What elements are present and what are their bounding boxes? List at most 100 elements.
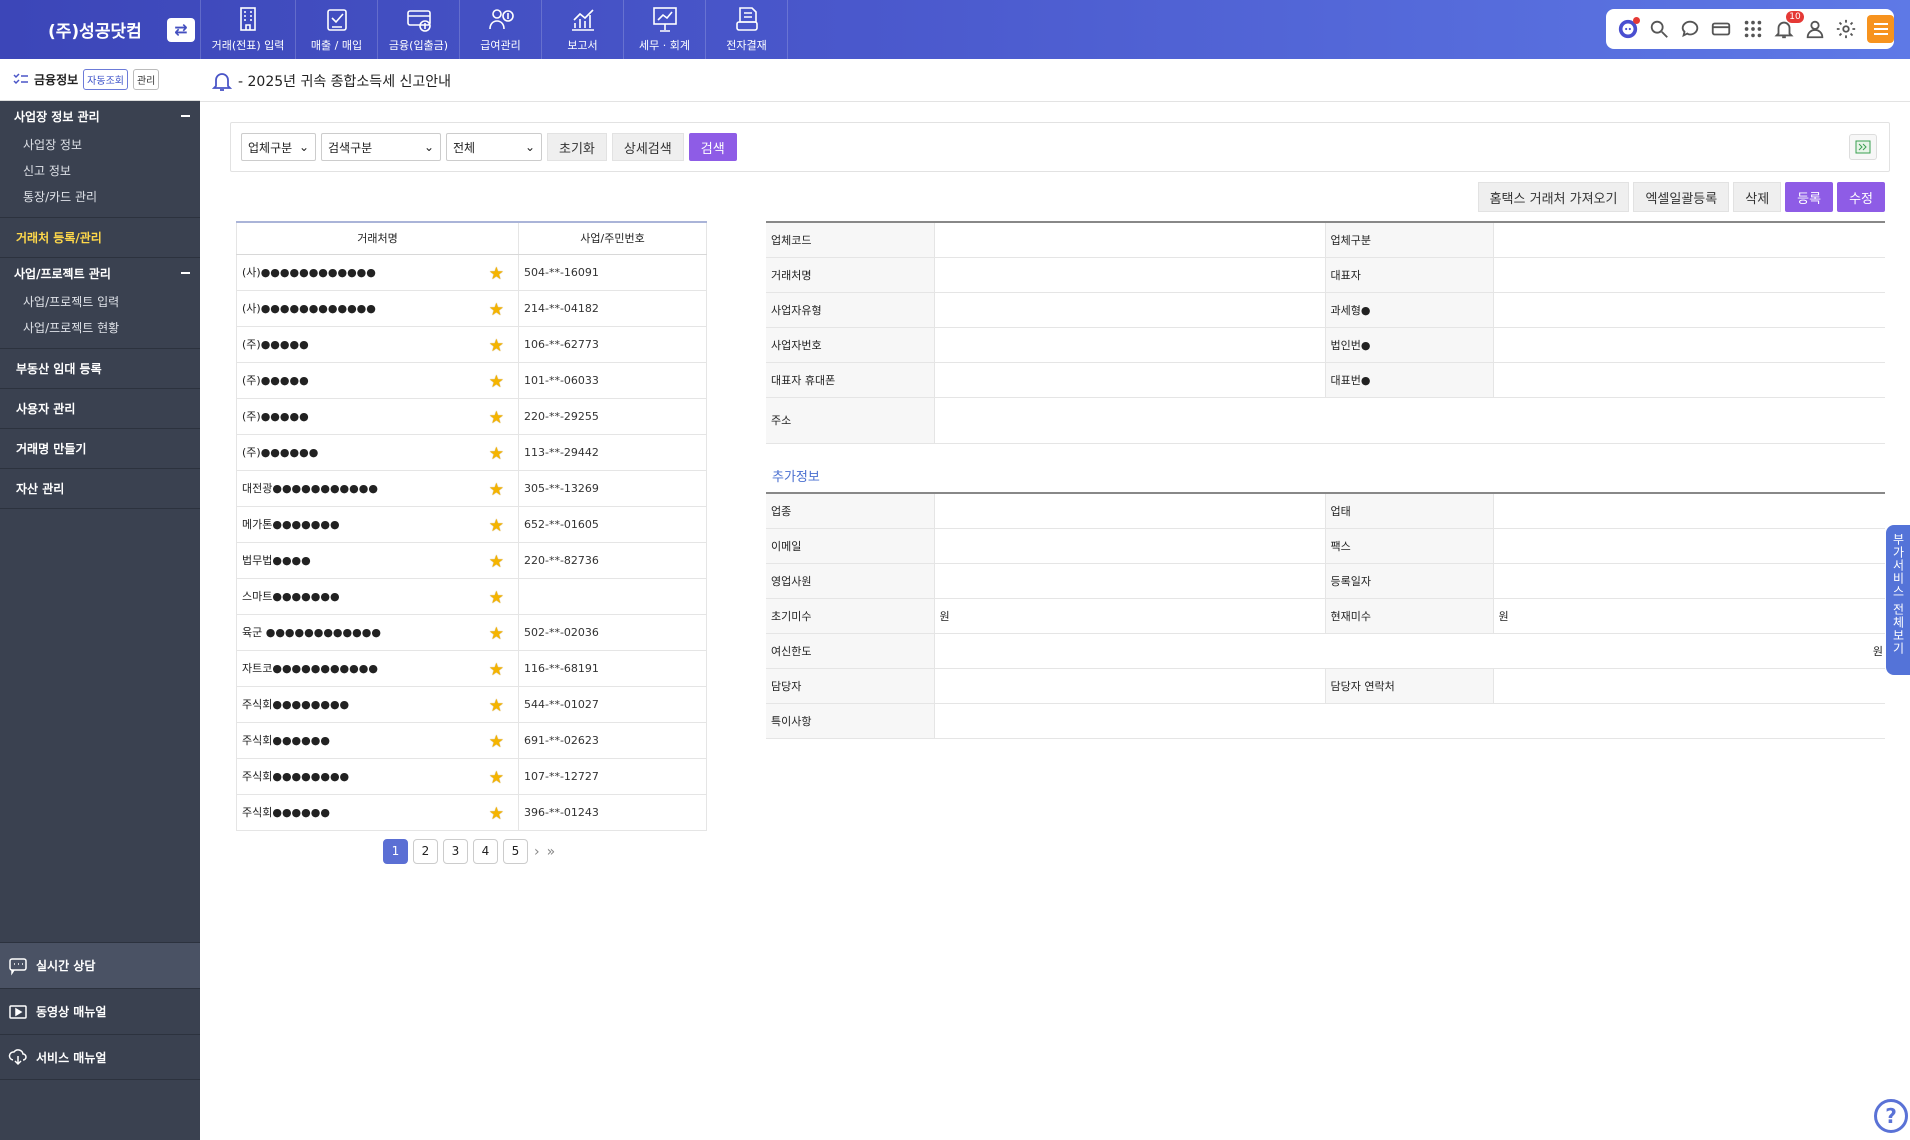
sidebar-item-project-status[interactable]: 사업/프로젝트 현황 bbox=[0, 314, 200, 340]
field-reg-date-input[interactable] bbox=[1493, 563, 1885, 599]
field-remarks-input[interactable] bbox=[934, 703, 1885, 739]
client-name-cell[interactable]: (사)●●●●●●●●●●●● ★ bbox=[236, 254, 519, 291]
favorite-star-icon[interactable]: ★ bbox=[489, 624, 504, 644]
favorite-star-icon[interactable]: ★ bbox=[489, 264, 504, 284]
company-name[interactable]: (주)성공닷컴 bbox=[48, 17, 142, 42]
reset-button[interactable]: 초기화 bbox=[547, 133, 607, 161]
sidebar-item-report-info[interactable]: 신고 정보 bbox=[0, 157, 200, 183]
manage-chip[interactable]: 관리 bbox=[132, 69, 160, 90]
sidebar-item-users[interactable]: 사용자 관리 bbox=[0, 389, 200, 429]
search-button[interactable] bbox=[1647, 17, 1671, 42]
field-curr-unpaid-input[interactable]: 원 bbox=[1493, 598, 1885, 634]
client-name-cell[interactable]: 메가톤●●●●●●● ★ bbox=[236, 506, 519, 543]
favorite-star-icon[interactable]: ★ bbox=[489, 660, 504, 680]
chat-button[interactable] bbox=[1678, 17, 1702, 42]
favorite-star-icon[interactable]: ★ bbox=[489, 444, 504, 464]
nav-report[interactable]: 보고서 bbox=[542, 0, 624, 59]
field-tax-type-input[interactable] bbox=[1493, 292, 1885, 328]
table-row[interactable]: 주식회●●●●●●●● ★ 107-**-12727 bbox=[236, 758, 707, 795]
search-type-select[interactable]: 검색구분 ⌄ bbox=[321, 133, 441, 161]
nav-e-approval[interactable]: 전자결재 bbox=[706, 0, 788, 59]
table-row[interactable]: 자트코●●●●●●●●●●● ★ 116-**-68191 bbox=[236, 650, 707, 687]
client-name-cell[interactable]: 육군 ●●●●●●●●●●●● ★ bbox=[236, 614, 519, 651]
edit-button[interactable]: 수정 bbox=[1837, 182, 1885, 212]
switch-company-button[interactable]: ⇄ bbox=[167, 18, 195, 42]
field-credit-limit-input[interactable]: 원 bbox=[934, 633, 1885, 669]
page-button[interactable]: 4 bbox=[473, 839, 498, 864]
table-row[interactable]: (주)●●●●● ★ 220-**-29255 bbox=[236, 398, 707, 435]
field-manager-contact-input[interactable] bbox=[1493, 668, 1885, 704]
field-fax-input[interactable] bbox=[1493, 528, 1885, 564]
favorite-star-icon[interactable]: ★ bbox=[489, 408, 504, 428]
company-type-select[interactable]: 업체구분 ⌄ bbox=[241, 133, 316, 161]
favorite-star-icon[interactable]: ★ bbox=[489, 480, 504, 500]
excel-download-button[interactable] bbox=[1849, 134, 1877, 160]
client-name-cell[interactable]: (사)●●●●●●●●●●●● ★ bbox=[236, 290, 519, 327]
card-button[interactable] bbox=[1709, 17, 1733, 42]
favorite-star-icon[interactable]: ★ bbox=[489, 552, 504, 572]
page-button[interactable]: 2 bbox=[413, 839, 438, 864]
client-name-cell[interactable]: 자트코●●●●●●●●●●● ★ bbox=[236, 650, 519, 687]
favorite-star-icon[interactable]: ★ bbox=[489, 300, 504, 320]
field-code-input[interactable] bbox=[934, 222, 1326, 258]
table-row[interactable]: 주식회●●●●●● ★ 691-**-02623 bbox=[236, 722, 707, 759]
nav-finance[interactable]: 금융(입출금) bbox=[378, 0, 460, 59]
table-row[interactable]: 주식회●●●●●● ★ 396-**-01243 bbox=[236, 794, 707, 831]
table-row[interactable]: 주식회●●●●●●●● ★ 544-**-01027 bbox=[236, 686, 707, 723]
page-button[interactable]: 5 bbox=[503, 839, 528, 864]
table-row[interactable]: (사)●●●●●●●●●●●● ★ 504-**-16091 bbox=[236, 254, 707, 291]
apps-button[interactable] bbox=[1741, 17, 1765, 42]
sidebar-item-business-info[interactable]: 사업장 정보 bbox=[0, 131, 200, 157]
client-name-cell[interactable]: 주식회●●●●●● ★ bbox=[236, 722, 519, 759]
favorite-star-icon[interactable]: ★ bbox=[489, 588, 504, 608]
next-page-icon[interactable]: › bbox=[533, 844, 541, 860]
table-row[interactable]: 메가톤●●●●●●● ★ 652-**-01605 bbox=[236, 506, 707, 543]
search-button[interactable]: 검색 bbox=[688, 133, 737, 161]
field-industry-input[interactable] bbox=[934, 493, 1326, 529]
field-biz-type-input[interactable] bbox=[934, 292, 1326, 328]
sidebar-item-client-manage[interactable]: 거래처 등록/관리 bbox=[0, 218, 200, 258]
field-name-input[interactable] bbox=[934, 257, 1326, 293]
table-row[interactable]: (사)●●●●●●●●●●●● ★ 214-**-04182 bbox=[236, 290, 707, 327]
field-address-input[interactable] bbox=[934, 397, 1885, 444]
profile-button[interactable] bbox=[1803, 17, 1827, 42]
notice-banner[interactable]: - 2025년 귀속 종합소득세 신고안내 bbox=[212, 70, 451, 92]
auto-query-chip[interactable]: 자동조회 bbox=[83, 69, 128, 90]
video-manual-button[interactable]: 동영상 매뉴얼 bbox=[0, 988, 200, 1034]
table-row[interactable]: 육군 ●●●●●●●●●●●● ★ 502-**-02036 bbox=[236, 614, 707, 651]
delete-button[interactable]: 삭제 bbox=[1733, 182, 1782, 212]
field-ceo-input[interactable] bbox=[1493, 257, 1885, 293]
sidebar-item-real-estate[interactable]: 부동산 임대 등록 bbox=[0, 349, 200, 389]
field-email-input[interactable] bbox=[934, 528, 1326, 564]
nav-sales-purchase[interactable]: 매출 / 매입 bbox=[296, 0, 378, 59]
favorite-star-icon[interactable]: ★ bbox=[489, 696, 504, 716]
table-row[interactable]: (주)●●●●●● ★ 113-**-29442 bbox=[236, 434, 707, 471]
client-name-cell[interactable]: 법무법●●●● ★ bbox=[236, 542, 519, 579]
table-row[interactable]: 법무법●●●● ★ 220-**-82736 bbox=[236, 542, 707, 579]
client-name-cell[interactable]: 스마트●●●●●●● ★ bbox=[236, 578, 519, 615]
table-row[interactable]: 대전광●●●●●●●●●●● ★ 305-**-13269 bbox=[236, 470, 707, 507]
detail-search-button[interactable]: 상세검색 bbox=[611, 133, 684, 161]
client-name-cell[interactable]: 주식회●●●●●● ★ bbox=[236, 794, 519, 831]
favorite-star-icon[interactable]: ★ bbox=[489, 768, 504, 788]
table-row[interactable]: (주)●●●●● ★ 106-**-62773 bbox=[236, 326, 707, 363]
field-ceo-phone-input[interactable] bbox=[934, 362, 1326, 398]
scope-select[interactable]: 전체 ⌄ bbox=[446, 133, 542, 161]
page-button[interactable]: 3 bbox=[443, 839, 468, 864]
table-row[interactable]: (주)●●●●● ★ 101-**-06033 bbox=[236, 362, 707, 399]
favorite-star-icon[interactable]: ★ bbox=[489, 804, 504, 824]
service-manual-button[interactable]: 서비스 매뉴얼 bbox=[0, 1034, 200, 1080]
nav-tax-accounting[interactable]: 세무 · 회계 bbox=[624, 0, 706, 59]
column-header-biz-no[interactable]: 사업/주민번호 bbox=[518, 222, 707, 255]
field-main-no-input[interactable] bbox=[1493, 362, 1885, 398]
favorite-star-icon[interactable]: ★ bbox=[489, 732, 504, 752]
favorite-star-icon[interactable]: ★ bbox=[489, 516, 504, 536]
sidebar-group-title[interactable]: 사업/프로젝트 관리 bbox=[0, 258, 200, 288]
sidebar-item-account-card[interactable]: 통장/카드 관리 bbox=[0, 183, 200, 209]
favorite-star-icon[interactable]: ★ bbox=[489, 372, 504, 392]
last-page-icon[interactable]: » bbox=[546, 844, 557, 860]
client-name-cell[interactable]: 주식회●●●●●●●● ★ bbox=[236, 758, 519, 795]
live-chat-button[interactable]: 실시간 상담 bbox=[0, 942, 200, 988]
column-header-name[interactable]: 거래처명 bbox=[236, 222, 519, 255]
hamburger-menu-button[interactable] bbox=[1867, 15, 1895, 43]
